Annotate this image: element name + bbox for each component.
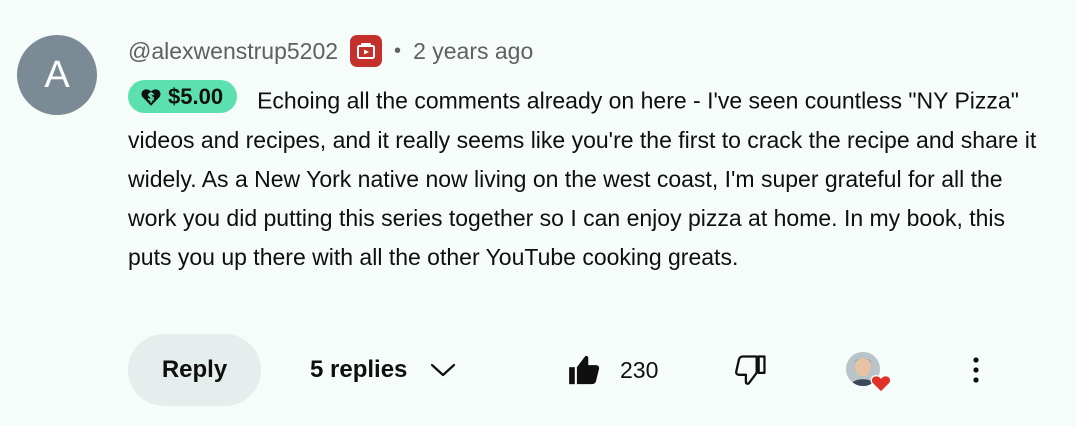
creator-heart-badge[interactable] — [846, 352, 894, 396]
super-thanks-chip: $5.00 — [128, 80, 238, 113]
like-count: 230 — [620, 356, 659, 383]
more-vertical-icon[interactable] — [960, 354, 992, 386]
avatar-letter: A — [44, 53, 70, 96]
header-separator: • — [394, 39, 402, 62]
super-thanks-heart-dollar-icon — [141, 88, 161, 106]
thumbs-down-outline-icon[interactable] — [734, 353, 768, 387]
author-handle[interactable]: @alexwenstrup5202 — [128, 38, 338, 65]
creator-heart-icon — [870, 372, 892, 394]
comment-actions-bar: Reply 5 replies 230 — [0, 334, 1076, 406]
thumbs-up-filled-icon[interactable] — [567, 353, 601, 387]
commenter-avatar[interactable]: A — [17, 35, 97, 115]
reply-button[interactable]: Reply — [128, 334, 261, 406]
comment-text: Echoing all the comments already on here… — [128, 87, 1037, 270]
chevron-down-icon — [429, 361, 457, 379]
comment-header: @alexwenstrup5202 • 2 years ago — [128, 33, 533, 69]
view-replies-button[interactable]: 5 replies — [310, 334, 457, 406]
membership-badge-icon — [350, 35, 383, 67]
replies-label: 5 replies — [310, 356, 408, 383]
comment-timestamp[interactable]: 2 years ago — [413, 38, 533, 65]
super-thanks-amount: $5.00 — [168, 84, 224, 109]
comment-body: $5.00 Echoing all the comments already o… — [128, 80, 1048, 277]
